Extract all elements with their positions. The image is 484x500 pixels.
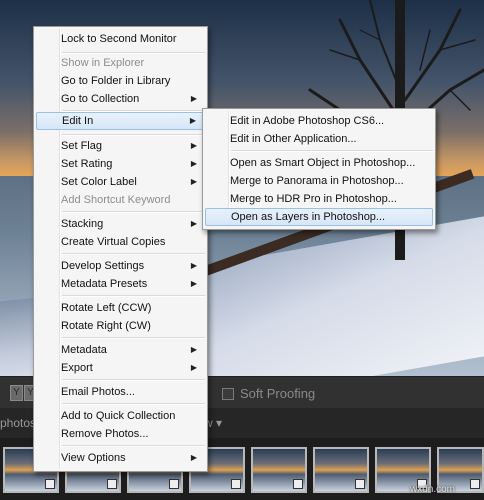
- menu-item-show-in-explorer[interactable]: Show in Explorer: [36, 54, 205, 72]
- menu-item-label: Edit in Other Application...: [230, 133, 357, 145]
- menu-item-add-to-quick-collection[interactable]: Add to Quick Collection: [36, 407, 205, 425]
- context-menu: Lock to Second Monitor Show in Explorer …: [33, 26, 208, 472]
- menu-separator: [62, 295, 205, 297]
- menu-item-label: Create Virtual Copies: [61, 236, 166, 248]
- menu-item-stacking[interactable]: Stacking ▶: [36, 215, 205, 233]
- edit-badge-icon: [107, 479, 117, 489]
- menu-item-label: Metadata: [61, 344, 107, 356]
- edit-in-submenu: Edit in Adobe Photoshop CS6... Edit in O…: [202, 108, 436, 230]
- edit-badge-icon: [470, 479, 480, 489]
- triangle-right-icon: ▶: [190, 345, 197, 354]
- edit-badge-icon: [231, 479, 241, 489]
- soft-proofing-label: Soft Proofing: [240, 386, 316, 401]
- menu-item-set-flag[interactable]: Set Flag ▶: [36, 137, 205, 155]
- menu-item-rotate-right[interactable]: Rotate Right (CW): [36, 317, 205, 335]
- triangle-right-icon: ▶: [190, 219, 197, 228]
- submenu-item-edit-in-photoshop[interactable]: Edit in Adobe Photoshop CS6...: [205, 112, 433, 130]
- menu-item-create-virtual-copies[interactable]: Create Virtual Copies: [36, 233, 205, 251]
- menu-item-label: Open as Smart Object in Photoshop...: [230, 157, 416, 169]
- menu-separator: [62, 134, 205, 136]
- menu-item-label: Export: [61, 362, 93, 374]
- triangle-right-icon: ▶: [190, 279, 197, 288]
- submenu-item-open-as-smart-object[interactable]: Open as Smart Object in Photoshop...: [205, 154, 433, 172]
- edit-badge-icon: [293, 479, 303, 489]
- triangle-right-icon: ▶: [190, 159, 197, 168]
- menu-separator: [62, 211, 205, 213]
- menu-item-label: Set Color Label: [61, 176, 137, 188]
- submenu-item-merge-to-panorama[interactable]: Merge to Panorama in Photoshop...: [205, 172, 433, 190]
- menu-separator: [62, 445, 205, 447]
- menu-item-label: Merge to HDR Pro in Photoshop...: [230, 193, 397, 205]
- triangle-right-icon: ▶: [189, 116, 196, 125]
- menu-separator: [62, 337, 205, 339]
- menu-item-label: Set Flag: [61, 140, 102, 152]
- menu-item-rotate-left[interactable]: Rotate Left (CCW): [36, 299, 205, 317]
- triangle-right-icon: ▶: [190, 141, 197, 150]
- menu-item-label: Stacking: [61, 218, 104, 230]
- menu-item-develop-settings[interactable]: Develop Settings ▶: [36, 257, 205, 275]
- menu-item-label: Go to Collection: [61, 93, 140, 105]
- menu-item-label: Merge to Panorama in Photoshop...: [230, 175, 404, 187]
- menu-separator: [62, 253, 205, 255]
- menu-item-label: Rotate Left (CCW): [61, 302, 152, 314]
- soft-proofing-toggle[interactable]: Soft Proofing: [222, 386, 315, 401]
- menu-item-view-options[interactable]: View Options ▶: [36, 449, 205, 467]
- menu-item-label: Set Rating: [61, 158, 113, 170]
- menu-item-metadata-presets[interactable]: Metadata Presets ▶: [36, 275, 205, 293]
- menu-item-label: Open as Layers in Photoshop...: [231, 211, 386, 223]
- menu-item-email-photos[interactable]: Email Photos...: [36, 383, 205, 401]
- menu-item-label: Develop Settings: [61, 260, 145, 272]
- filmstrip-thumbnail[interactable]: [313, 447, 369, 493]
- watermark: wxdn.com: [410, 484, 456, 495]
- menu-item-label: View Options: [61, 452, 126, 464]
- menu-item-go-to-folder-in-library[interactable]: Go to Folder in Library: [36, 72, 205, 90]
- menu-item-label: Show in Explorer: [61, 57, 145, 69]
- menu-item-label: Email Photos...: [61, 386, 135, 398]
- submenu-item-open-as-layers[interactable]: Open as Layers in Photoshop...: [205, 208, 433, 226]
- menu-separator: [62, 403, 205, 405]
- menu-item-label: Rotate Right (CW): [61, 320, 151, 332]
- menu-separator: [62, 379, 205, 381]
- menu-item-edit-in[interactable]: Edit In ▶: [36, 112, 205, 130]
- toolbar-button-1[interactable]: Y: [10, 385, 23, 401]
- menu-item-label: Metadata Presets: [61, 278, 148, 290]
- menu-separator: [231, 150, 433, 152]
- menu-item-label: Edit In: [62, 115, 94, 127]
- menu-item-add-shortcut-keyword[interactable]: Add Shortcut Keyword: [36, 191, 205, 209]
- menu-item-label: Add to Quick Collection: [61, 410, 176, 422]
- menu-item-lock-to-second-monitor[interactable]: Lock to Second Monitor: [36, 30, 205, 48]
- triangle-right-icon: ▶: [190, 261, 197, 270]
- menu-item-remove-photos[interactable]: Remove Photos...: [36, 425, 205, 443]
- triangle-right-icon: ▶: [190, 177, 197, 186]
- triangle-right-icon: ▶: [190, 363, 197, 372]
- edit-badge-icon: [169, 479, 179, 489]
- triangle-right-icon: ▶: [190, 94, 197, 103]
- menu-item-go-to-collection[interactable]: Go to Collection ▶: [36, 90, 205, 108]
- menu-item-label: Go to Folder in Library: [61, 75, 171, 87]
- filmstrip-source-label[interactable]: photos: [0, 416, 36, 430]
- filmstrip-thumbnail[interactable]: [251, 447, 307, 493]
- menu-item-set-color-label[interactable]: Set Color Label ▶: [36, 173, 205, 191]
- menu-item-label: Add Shortcut Keyword: [61, 194, 171, 206]
- checkbox-icon[interactable]: [222, 387, 234, 400]
- edit-badge-icon: [355, 479, 365, 489]
- menu-item-export[interactable]: Export ▶: [36, 359, 205, 377]
- menu-item-set-rating[interactable]: Set Rating ▶: [36, 155, 205, 173]
- triangle-right-icon: ▶: [190, 453, 197, 462]
- menu-item-label: Edit in Adobe Photoshop CS6...: [230, 115, 385, 127]
- submenu-item-merge-to-hdr-pro[interactable]: Merge to HDR Pro in Photoshop...: [205, 190, 433, 208]
- submenu-item-edit-in-other-application[interactable]: Edit in Other Application...: [205, 130, 433, 148]
- edit-badge-icon: [45, 479, 55, 489]
- menu-item-label: Lock to Second Monitor: [61, 33, 177, 45]
- menu-item-label: Remove Photos...: [61, 428, 149, 440]
- menu-item-metadata[interactable]: Metadata ▶: [36, 341, 205, 359]
